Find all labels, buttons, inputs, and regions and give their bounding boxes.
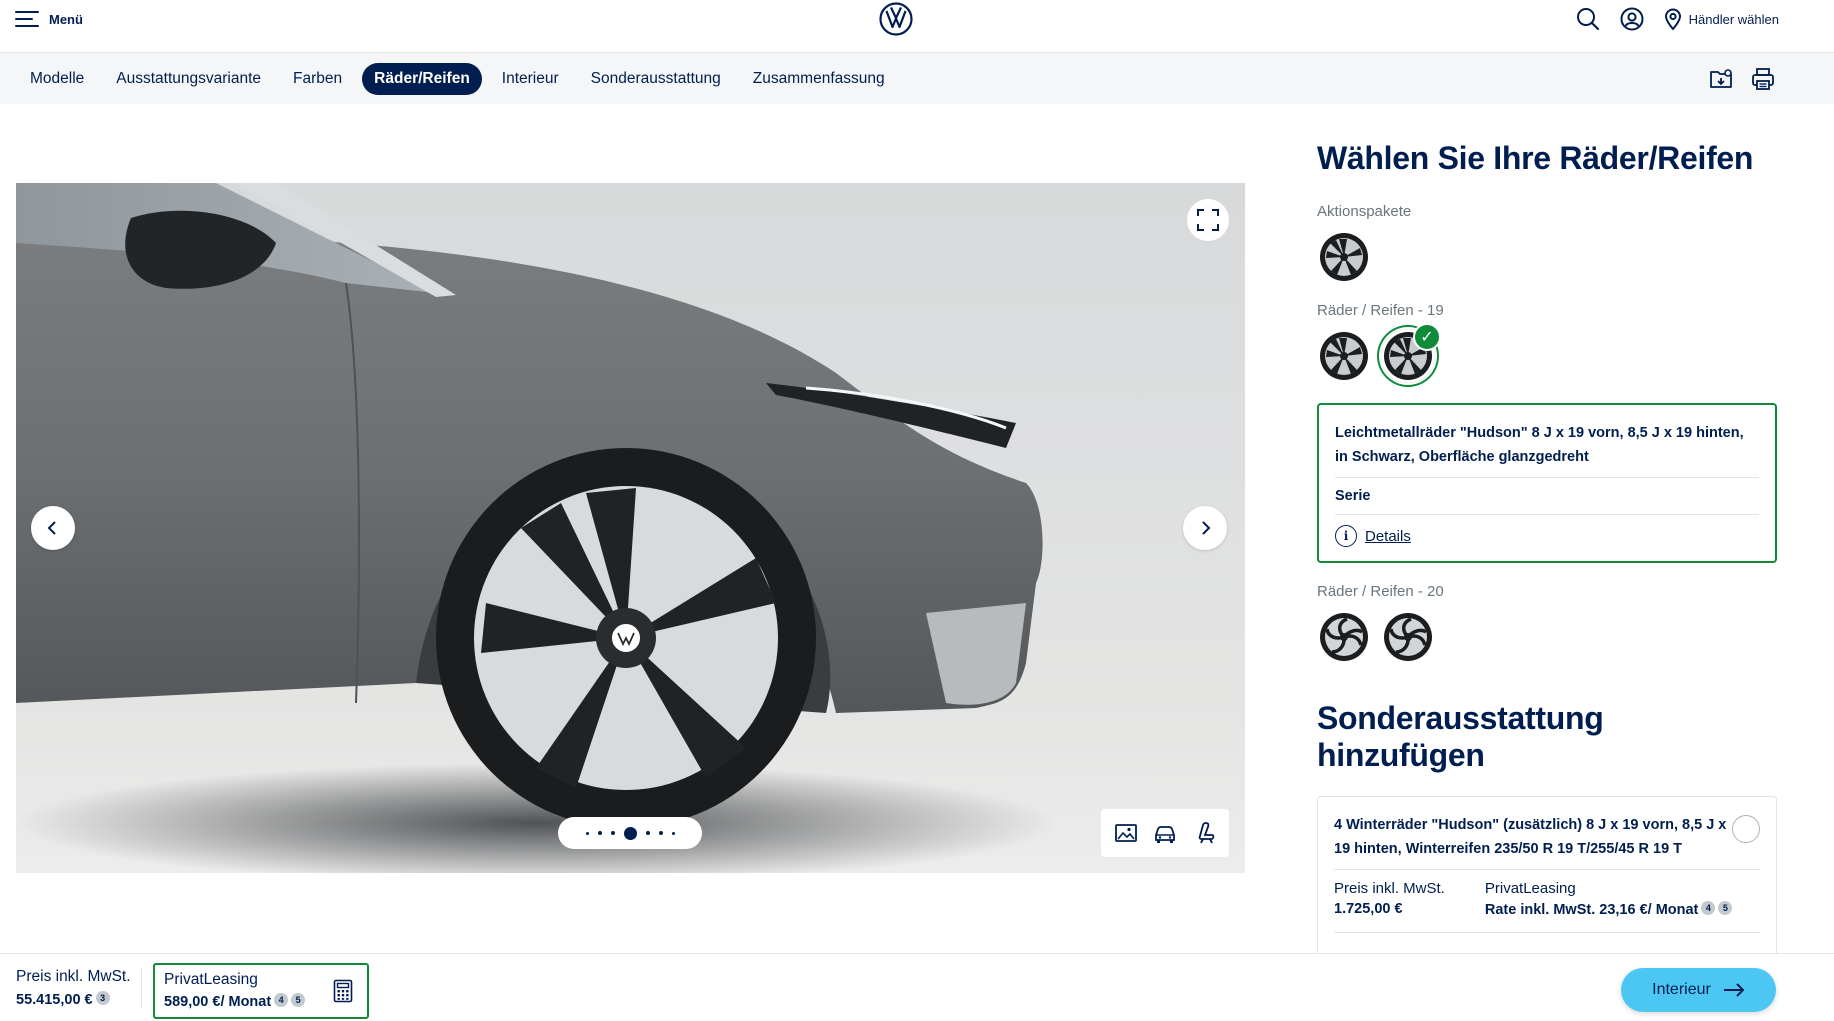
divider	[1335, 477, 1759, 478]
nav-tab-3[interactable]: Räder/Reifen	[362, 63, 482, 95]
selected-wheel-details: Leichtmetallräder "Hudson" 8 J x 19 vorn…	[1317, 403, 1777, 563]
car-image-gallery[interactable]	[16, 183, 1245, 873]
menu-button[interactable]: Menü	[15, 10, 83, 28]
previous-image-button[interactable]	[31, 506, 75, 550]
chevron-left-icon	[47, 521, 56, 535]
user-icon[interactable]	[1619, 6, 1645, 32]
nav-tab-4[interactable]: Interieur	[490, 63, 571, 95]
calculator-icon[interactable]	[333, 979, 353, 1003]
wheel-options-19: ✓	[1317, 323, 1777, 383]
extra-price-label: Preis inkl. MwSt.	[1334, 880, 1445, 897]
nav-tab-5[interactable]: Sonderausstattung	[579, 63, 733, 95]
car-front-view-icon[interactable]	[1152, 820, 1178, 846]
carousel-dot[interactable]	[658, 831, 663, 835]
wheel-option[interactable]	[1381, 610, 1435, 664]
wheel-icon	[1382, 611, 1434, 663]
print-icon[interactable]	[1750, 66, 1776, 92]
seat-view-icon[interactable]	[1191, 820, 1217, 846]
next-step-button[interactable]: Interieur	[1621, 968, 1776, 1012]
standard-label: Serie	[1335, 488, 1371, 504]
extra-leasing-value: Rate inkl. MwSt. 23,16 €/ Monat	[1484, 902, 1699, 918]
vw-logo[interactable]	[879, 2, 913, 36]
fullscreen-button[interactable]	[1187, 199, 1229, 241]
details-link[interactable]: i Details	[1335, 525, 1759, 547]
carousel-dot[interactable]	[623, 826, 637, 840]
footnote-badge[interactable]: 4	[274, 993, 289, 1007]
selected-wheel-title: Leichtmetallräder "Hudson" 8 J x 19 vorn…	[1335, 425, 1744, 465]
carousel-dots	[558, 817, 702, 849]
extras-heading: Sonderausstattung hinzufügen	[1317, 700, 1604, 773]
configurator-nav: Modelle Ausstattungsvariante Farben Räder/R…	[0, 52, 1834, 104]
total-price-value: 55.415,00 €	[16, 992, 93, 1008]
wheel-options-20	[1317, 610, 1777, 664]
group-label-aktionspakete: Aktionspakete	[1317, 203, 1412, 220]
wheel-option-selected[interactable]: ✓	[1381, 323, 1441, 383]
dealer-select[interactable]: Händler wählen	[1663, 8, 1779, 30]
details-link-label: Details	[1365, 527, 1411, 545]
extra-option-title: 4 Winterräder "Hudson" (zusätzlich) 8 J …	[1334, 817, 1727, 857]
group-label-19: Räder / Reifen - 19	[1317, 302, 1444, 319]
image-view-icon[interactable]	[1113, 820, 1139, 846]
arrow-right-icon	[1723, 983, 1745, 997]
carousel-dot[interactable]	[610, 831, 615, 835]
nav-tab-0[interactable]: Modelle	[18, 63, 96, 95]
carousel-dot[interactable]	[671, 831, 675, 835]
checkmark-icon: ✓	[1413, 323, 1441, 351]
footnote-badge[interactable]: 5	[291, 993, 306, 1007]
footnote-badge[interactable]: 3	[95, 991, 110, 1005]
wheel-options-aktionspakete	[1317, 230, 1777, 284]
search-icon[interactable]	[1575, 6, 1601, 32]
menu-icon	[15, 10, 39, 28]
wheel-icon	[1318, 231, 1370, 283]
page-title: Wählen Sie Ihre Räder/Reifen	[1317, 140, 1754, 176]
total-price-label: Preis inkl. MwSt.	[16, 968, 131, 985]
carousel-dot[interactable]	[597, 831, 602, 835]
extra-leasing-label: PrivatLeasing	[1484, 880, 1576, 897]
footnote-badge[interactable]: 4	[1701, 901, 1716, 915]
wheel-icon	[1318, 611, 1370, 663]
view-switcher	[1101, 809, 1229, 857]
chevron-right-icon	[1202, 521, 1211, 535]
car-image	[16, 183, 1056, 873]
next-step-label: Interieur	[1652, 981, 1711, 998]
fullscreen-icon	[1197, 209, 1219, 231]
carousel-dot[interactable]	[645, 831, 650, 835]
leasing-summary[interactable]: PrivatLeasing 589,00 €/ Monat 4 5	[153, 963, 369, 1019]
menu-label: Menü	[49, 11, 83, 27]
footnote-badge[interactable]: 5	[1718, 901, 1733, 915]
leasing-label: PrivatLeasing	[164, 971, 258, 988]
wheel-option[interactable]	[1317, 329, 1371, 383]
divider	[1334, 869, 1760, 870]
leasing-value: 589,00 €/ Monat	[164, 994, 272, 1010]
carousel-dot[interactable]	[585, 831, 589, 835]
top-header: Menü Händler wählen	[0, 0, 1834, 40]
extra-price-value: 1.725,00 €	[1334, 901, 1403, 917]
wheel-option[interactable]	[1317, 230, 1371, 284]
location-pin-icon	[1664, 8, 1681, 30]
divider	[1335, 514, 1759, 515]
wheels-panel: Wählen Sie Ihre Räder/Reifen Aktionspake…	[1317, 140, 1777, 956]
info-icon: i	[1335, 525, 1357, 547]
dealer-label: Händler wählen	[1688, 11, 1779, 27]
group-label-20: Räder / Reifen - 20	[1317, 583, 1444, 600]
divider	[1334, 932, 1760, 933]
next-image-button[interactable]	[1183, 506, 1227, 550]
nav-tab-1[interactable]: Ausstattungsvariante	[104, 63, 273, 95]
divider	[141, 968, 142, 1008]
nav-tab-2[interactable]: Farben	[281, 63, 354, 95]
save-config-icon[interactable]	[1708, 66, 1734, 92]
extra-option-radio[interactable]	[1732, 815, 1760, 843]
wheel-icon	[1318, 330, 1370, 382]
extra-option-card: 4 Winterräder "Hudson" (zusätzlich) 8 J …	[1317, 796, 1777, 956]
nav-tab-6[interactable]: Zusammenfassung	[741, 63, 897, 95]
wheel-option[interactable]	[1317, 610, 1371, 664]
price-summary-bar: Preis inkl. MwSt. 55.415,00 €3 PrivatLea…	[0, 953, 1834, 1021]
